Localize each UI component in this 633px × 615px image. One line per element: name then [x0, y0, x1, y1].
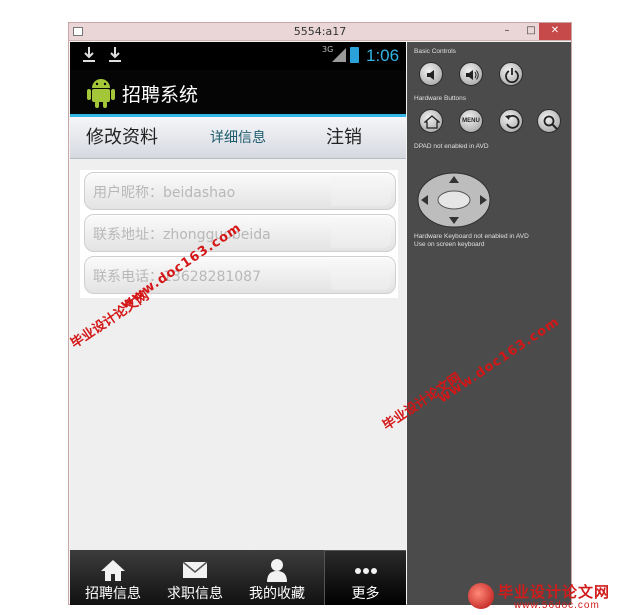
brand-watermark: 毕业设计论文网 www.56doc.com: [466, 581, 626, 613]
nav-favorites[interactable]: 我的收藏: [236, 550, 318, 605]
volume-down-button[interactable]: [419, 62, 443, 86]
home-icon: [424, 115, 440, 129]
search-icon: [543, 115, 558, 130]
address-value: 联系地址：zhongguobeida: [93, 227, 271, 243]
dpad-label: DPAD not enabled in AVD: [414, 143, 489, 150]
download-icon: [109, 47, 121, 62]
window-titlebar: 5554:a17 – □ ✕: [69, 23, 571, 41]
tab-logout[interactable]: 注销: [326, 117, 362, 159]
volume-up-icon: [466, 70, 479, 80]
nav-label: 我的收藏: [249, 586, 305, 602]
person-icon: [267, 559, 287, 582]
home-icon: [101, 560, 125, 581]
android-icon: [87, 79, 115, 108]
status-time: 1:06: [366, 46, 400, 65]
menu-label: MENU: [462, 118, 480, 124]
nav-label: 更多: [351, 586, 380, 602]
app-title: 招聘系统: [122, 84, 199, 106]
dpad-control[interactable]: [417, 172, 491, 228]
power-button[interactable]: [499, 62, 523, 86]
tab-bar: 修改资料 详细信息 注销: [70, 117, 406, 159]
nav-label: 招聘信息: [85, 586, 141, 602]
status-bar: 3G 1:06: [70, 42, 406, 70]
nickname-field[interactable]: 用户昵称：beidashao: [84, 172, 396, 210]
battery-icon: [350, 47, 359, 63]
minimize-button[interactable]: –: [495, 23, 519, 40]
details-panel: 用户昵称：beidashao 联系地址：zhongguobeida 联系电话：1…: [70, 160, 406, 550]
phone-screen: 3G 1:06 招聘系统 修改资料 详细信息 注销 用户昵称：beidashao…: [70, 42, 406, 605]
tab-details[interactable]: 详细信息: [210, 117, 266, 159]
close-button[interactable]: ✕: [539, 23, 571, 40]
brand-url: www.56doc.com: [514, 600, 600, 611]
basic-controls-label: Basic Controls: [414, 48, 456, 55]
download-icon: [83, 47, 95, 62]
brand-title: 毕业设计论文网: [498, 583, 611, 601]
nav-job-seeking[interactable]: 求职信息: [154, 550, 236, 605]
keyboard-label: Hardware Keyboard not enabled in AVD: [414, 233, 529, 240]
phone-field[interactable]: 联系电话：13628281087: [84, 256, 396, 294]
bottom-nav: 招聘信息 求职信息 我的收藏 更多: [70, 550, 406, 605]
volume-up-button[interactable]: [459, 62, 483, 86]
signal-icon: [332, 48, 346, 62]
home-button[interactable]: [419, 109, 443, 133]
more-dots-icon: [355, 568, 377, 574]
nav-label: 求职信息: [167, 586, 223, 602]
search-button[interactable]: [537, 109, 561, 133]
back-arrow-icon: [505, 114, 520, 129]
onscreen-keyboard-label: Use on screen keyboard: [414, 241, 485, 248]
hardware-buttons-label: Hardware Buttons: [414, 95, 467, 102]
back-button[interactable]: [499, 109, 523, 133]
brand-logo-icon: [468, 583, 494, 609]
action-bar: 招聘系统: [70, 70, 406, 114]
nav-more[interactable]: 更多: [324, 550, 406, 605]
emulator-window: 5554:a17 – □ ✕ 3G 1:06 招聘系统 修改资料 详细信息 注销…: [68, 22, 572, 605]
menu-button[interactable]: MENU: [459, 109, 483, 133]
volume-down-icon: [427, 70, 434, 80]
tab-edit-profile[interactable]: 修改资料: [86, 117, 158, 159]
power-icon: [505, 68, 519, 83]
nav-job-listings[interactable]: 招聘信息: [72, 550, 154, 605]
nickname-value: 用户昵称：beidashao: [93, 185, 236, 201]
mail-icon: [182, 561, 208, 578]
